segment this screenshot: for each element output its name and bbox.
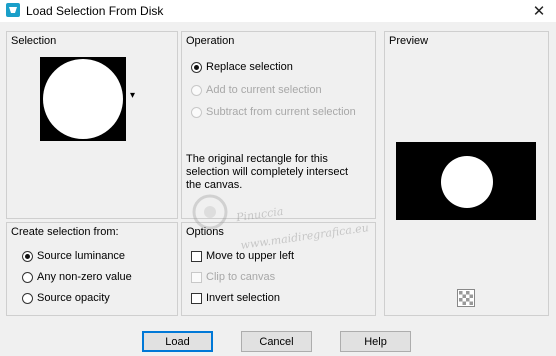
radio-source-luminance[interactable]: Source luminance bbox=[22, 250, 125, 262]
preview-panel-title: Preview bbox=[389, 35, 429, 47]
checkbox-clip-to-canvas[interactable]: Clip to canvas bbox=[191, 271, 275, 283]
selection-panel: Selection ▾ bbox=[6, 31, 178, 219]
note-line: The original rectangle for this bbox=[186, 153, 328, 165]
watermark-logo-icon bbox=[192, 194, 228, 230]
radio-button[interactable] bbox=[22, 292, 33, 304]
app-icon bbox=[6, 3, 20, 17]
radio-label: Source luminance bbox=[37, 250, 126, 262]
radio-add-to-current-selection[interactable]: Add to current selection bbox=[191, 84, 322, 96]
cancel-button[interactable]: Cancel bbox=[241, 331, 312, 352]
note-line: the canvas. bbox=[186, 179, 243, 191]
preview-image bbox=[396, 142, 536, 220]
radio-label: Any non-zero value bbox=[37, 271, 132, 283]
checkbox[interactable] bbox=[191, 250, 202, 262]
chevron-down-icon[interactable]: ▾ bbox=[130, 90, 135, 101]
radio-button[interactable] bbox=[191, 106, 202, 118]
help-button[interactable]: Help bbox=[340, 331, 411, 352]
window-title: Load Selection From Disk bbox=[26, 4, 164, 18]
preview-panel: Preview bbox=[384, 31, 549, 316]
note-line: selection will completely intersect bbox=[186, 166, 349, 178]
operation-panel: Operation Replace selection Add to curre… bbox=[181, 31, 376, 219]
checkbox-label: Move to upper left bbox=[206, 250, 295, 262]
create-from-panel-title: Create selection from: bbox=[11, 226, 119, 238]
checkbox-invert-selection[interactable]: Invert selection bbox=[191, 292, 280, 304]
checkbox[interactable] bbox=[191, 271, 202, 283]
selection-panel-title: Selection bbox=[11, 35, 57, 47]
checkbox[interactable] bbox=[191, 292, 202, 304]
operation-note: The original rectangle for this selectio… bbox=[186, 153, 371, 192]
radio-label: Source opacity bbox=[37, 292, 110, 304]
radio-button[interactable] bbox=[22, 271, 33, 283]
checkbox-label: Clip to canvas bbox=[206, 271, 276, 283]
radio-label: Replace selection bbox=[206, 61, 293, 73]
radio-any-non-zero-value[interactable]: Any non-zero value bbox=[22, 271, 132, 283]
create-selection-from-panel: Create selection from: Source luminance … bbox=[6, 222, 178, 316]
operation-panel-title: Operation bbox=[186, 35, 235, 47]
close-button[interactable]: ✕ bbox=[522, 0, 556, 22]
selection-circle-image bbox=[43, 59, 123, 139]
radio-button[interactable] bbox=[22, 250, 33, 262]
close-icon: ✕ bbox=[532, 3, 546, 20]
radio-replace-selection[interactable]: Replace selection bbox=[191, 61, 293, 73]
radio-source-opacity[interactable]: Source opacity bbox=[22, 292, 110, 304]
checkbox-label: Invert selection bbox=[206, 292, 280, 304]
preview-circle-image bbox=[441, 156, 493, 208]
radio-label: Add to current selection bbox=[206, 84, 322, 96]
radio-label: Subtract from current selection bbox=[206, 106, 356, 118]
title-bar: Load Selection From Disk ✕ bbox=[0, 0, 556, 22]
radio-button[interactable] bbox=[191, 84, 202, 96]
load-button[interactable]: Load bbox=[142, 331, 213, 352]
selection-thumbnail[interactable] bbox=[40, 57, 126, 141]
radio-subtract-from-current-selection[interactable]: Subtract from current selection bbox=[191, 106, 356, 118]
radio-button[interactable] bbox=[191, 61, 202, 73]
checkbox-move-to-upper-left[interactable]: Move to upper left bbox=[191, 250, 294, 262]
transparency-checker-icon[interactable] bbox=[457, 289, 475, 307]
